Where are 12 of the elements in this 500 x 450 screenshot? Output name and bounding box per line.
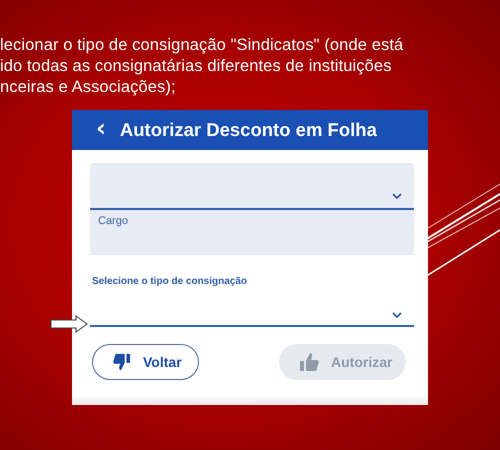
back-button[interactable]: ‹ <box>92 117 110 143</box>
thumbs-up-icon <box>299 352 319 372</box>
field-label: Cargo <box>98 215 128 227</box>
screen-title: Autorizar Desconto em Folha <box>120 119 377 141</box>
chevron-down-icon <box>392 193 402 199</box>
caption-text: nceiras e Associações); <box>0 77 177 98</box>
field-label: Selecione o tipo de consignação <box>92 276 248 287</box>
caption-text: ido todas as consignatárias diferentes de instituições <box>0 56 393 77</box>
thumbs-down-icon <box>113 353 131 371</box>
chevron-down-icon <box>392 312 402 318</box>
caption-text: lecionar o tipo de consignação "Sindicatos" (onde está <box>0 35 404 56</box>
back-button[interactable]: Voltar <box>92 344 199 380</box>
